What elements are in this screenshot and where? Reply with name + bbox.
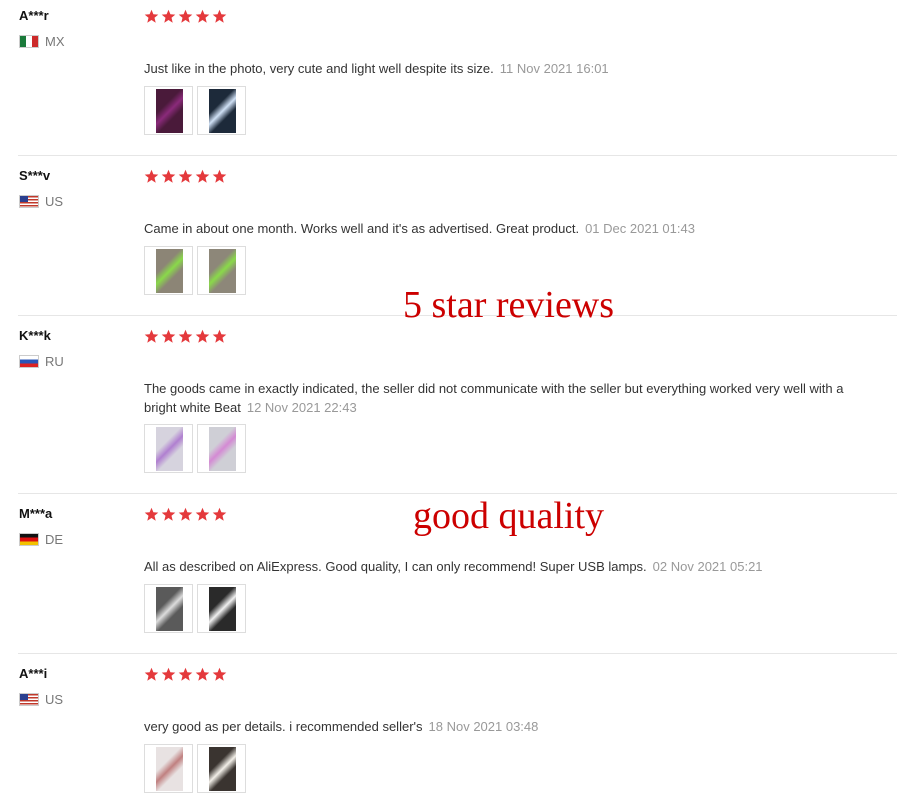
star-rating [144, 169, 227, 184]
review-photos [144, 246, 246, 295]
divider [18, 155, 897, 156]
flag-us-icon [19, 195, 39, 208]
reviewer-country: US [19, 692, 63, 707]
reviewer-country: MX [19, 34, 65, 49]
review-body: Just like in the photo, very cute and li… [144, 61, 494, 76]
review-photo-thumbnail[interactable] [144, 744, 193, 793]
review-item: A***r MX Just like in the photo, very cu… [0, 0, 897, 155]
star-icon [144, 667, 159, 681]
review-photos [144, 744, 246, 793]
review-body: very good as per details. i recommended … [144, 719, 423, 734]
star-rating [144, 9, 227, 24]
country-code: RU [45, 354, 64, 369]
star-icon [212, 169, 227, 183]
star-icon [161, 667, 176, 681]
star-icon [178, 329, 193, 343]
star-icon [161, 329, 176, 343]
photo-image [156, 249, 183, 293]
star-icon [212, 329, 227, 343]
review-photo-thumbnail[interactable] [197, 86, 246, 135]
review-item: A***i US very good as per details. i rec… [0, 658, 897, 808]
photo-image [209, 747, 236, 791]
star-icon [144, 9, 159, 23]
review-date: 18 Nov 2021 03:48 [428, 719, 539, 734]
review-photos [144, 584, 246, 633]
photo-image [209, 427, 236, 471]
review-body: All as described on AliExpress. Good qua… [144, 559, 647, 574]
reviewer-country: RU [19, 354, 64, 369]
star-icon [195, 169, 210, 183]
reviewer-name: A***r [19, 8, 49, 23]
review-photo-thumbnail[interactable] [197, 744, 246, 793]
reviewer-name: M***a [19, 506, 53, 521]
review-text: Came in about one month. Works well and … [144, 219, 854, 238]
reviewer-country: US [19, 194, 63, 209]
review-text: Just like in the photo, very cute and li… [144, 59, 854, 78]
divider [18, 653, 897, 654]
reviewer-name: A***i [19, 666, 48, 681]
star-icon [195, 667, 210, 681]
review-photo-thumbnail[interactable] [144, 86, 193, 135]
review-date: 12 Nov 2021 22:43 [246, 400, 357, 415]
review-body: Came in about one month. Works well and … [144, 221, 580, 236]
photo-image [156, 747, 183, 791]
review-photo-thumbnail[interactable] [144, 584, 193, 633]
review-date: 01 Dec 2021 01:43 [585, 221, 695, 236]
review-item: K***k RU The goods came in exactly indic… [0, 320, 897, 493]
overlay-good-quality: good quality [413, 495, 605, 537]
photo-image [156, 587, 183, 631]
photo-image [209, 587, 236, 631]
star-icon [161, 169, 176, 183]
reviewer-name: S***v [19, 168, 51, 183]
flag-us-icon [19, 693, 39, 706]
review-date: 02 Nov 2021 05:21 [652, 559, 763, 574]
country-code: MX [45, 34, 65, 49]
review-photos [144, 424, 246, 473]
review-photo-thumbnail[interactable] [144, 246, 193, 295]
star-rating [144, 507, 227, 522]
star-icon [212, 507, 227, 521]
star-icon [178, 667, 193, 681]
review-photo-thumbnail[interactable] [197, 246, 246, 295]
flag-ru-icon [19, 355, 39, 368]
star-icon [195, 9, 210, 23]
photo-image [156, 427, 183, 471]
review-photos [144, 86, 246, 135]
photo-image [156, 89, 183, 133]
star-icon [144, 169, 159, 183]
country-code: DE [45, 532, 64, 547]
review-photo-thumbnail[interactable] [197, 424, 246, 473]
star-icon [144, 507, 159, 521]
review-text: very good as per details. i recommended … [144, 717, 854, 736]
review-text: The goods came in exactly indicated, the… [144, 379, 854, 417]
country-code: US [45, 194, 64, 209]
review-text: All as described on AliExpress. Good qua… [144, 557, 854, 576]
star-icon [144, 329, 159, 343]
flag-de-icon [19, 533, 39, 546]
star-icon [195, 329, 210, 343]
star-icon [212, 9, 227, 23]
overlay-five-star-reviews: 5 star reviews [403, 284, 615, 326]
star-rating [144, 329, 227, 344]
reviewer-country: DE [19, 532, 63, 547]
flag-mx-icon [19, 35, 39, 48]
star-icon [161, 9, 176, 23]
photo-image [209, 89, 236, 133]
star-icon [195, 507, 210, 521]
country-code: US [45, 692, 64, 707]
star-icon [178, 9, 193, 23]
review-photo-thumbnail[interactable] [144, 424, 193, 473]
photo-image [209, 249, 236, 293]
review-photo-thumbnail[interactable] [197, 584, 246, 633]
star-rating [144, 667, 227, 682]
star-icon [178, 169, 193, 183]
star-icon [178, 507, 193, 521]
star-icon [212, 667, 227, 681]
star-icon [161, 507, 176, 521]
review-date: 11 Nov 2021 16:01 [499, 61, 609, 76]
reviewer-name: K***k [19, 328, 51, 343]
